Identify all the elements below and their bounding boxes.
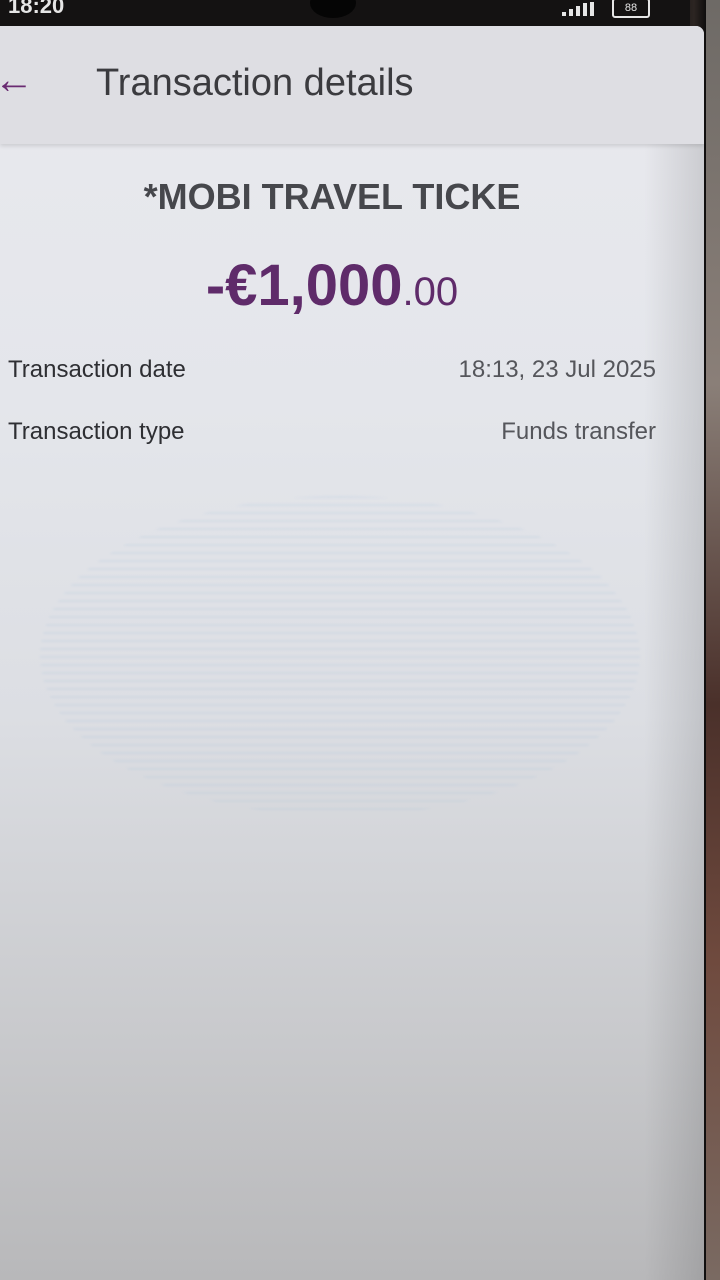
detail-value: 18:13, 23 Jul 2025 (458, 356, 657, 383)
detail-value: Funds transfer (501, 418, 656, 445)
app-bar: ← Transaction details (0, 26, 704, 144)
amount-decimals: .00 (402, 270, 459, 314)
status-time: 18:20 (8, 0, 65, 18)
detail-label: Transaction type (8, 418, 185, 445)
photo-frame: 18:20 88 ← Transaction details *MOBI TRA… (0, 0, 720, 1280)
detail-label: Transaction date (8, 356, 186, 383)
camera-notch (310, 0, 356, 18)
battery-level: 88 (624, 2, 638, 14)
amount-main: -€1,000 (205, 253, 403, 318)
battery-icon: 88 (612, 0, 650, 18)
screen-glare (40, 496, 640, 816)
app-screen: ← Transaction details *MOBI TRAVEL TICKE… (0, 26, 704, 1280)
back-arrow-icon[interactable]: ← (0, 60, 34, 100)
detail-row-type: Transaction type Funds transfer (0, 418, 664, 458)
signal-icon (562, 2, 594, 16)
merchant-name: *MOBI TRAVEL TICKE (143, 176, 521, 217)
status-bar: 18:20 88 (0, 0, 690, 26)
detail-row-date: Transaction date 18:13, 23 Jul 2025 (0, 356, 664, 396)
page-title: Transaction details (96, 62, 414, 104)
transaction-amount: -€1,000.00 (0, 252, 664, 319)
